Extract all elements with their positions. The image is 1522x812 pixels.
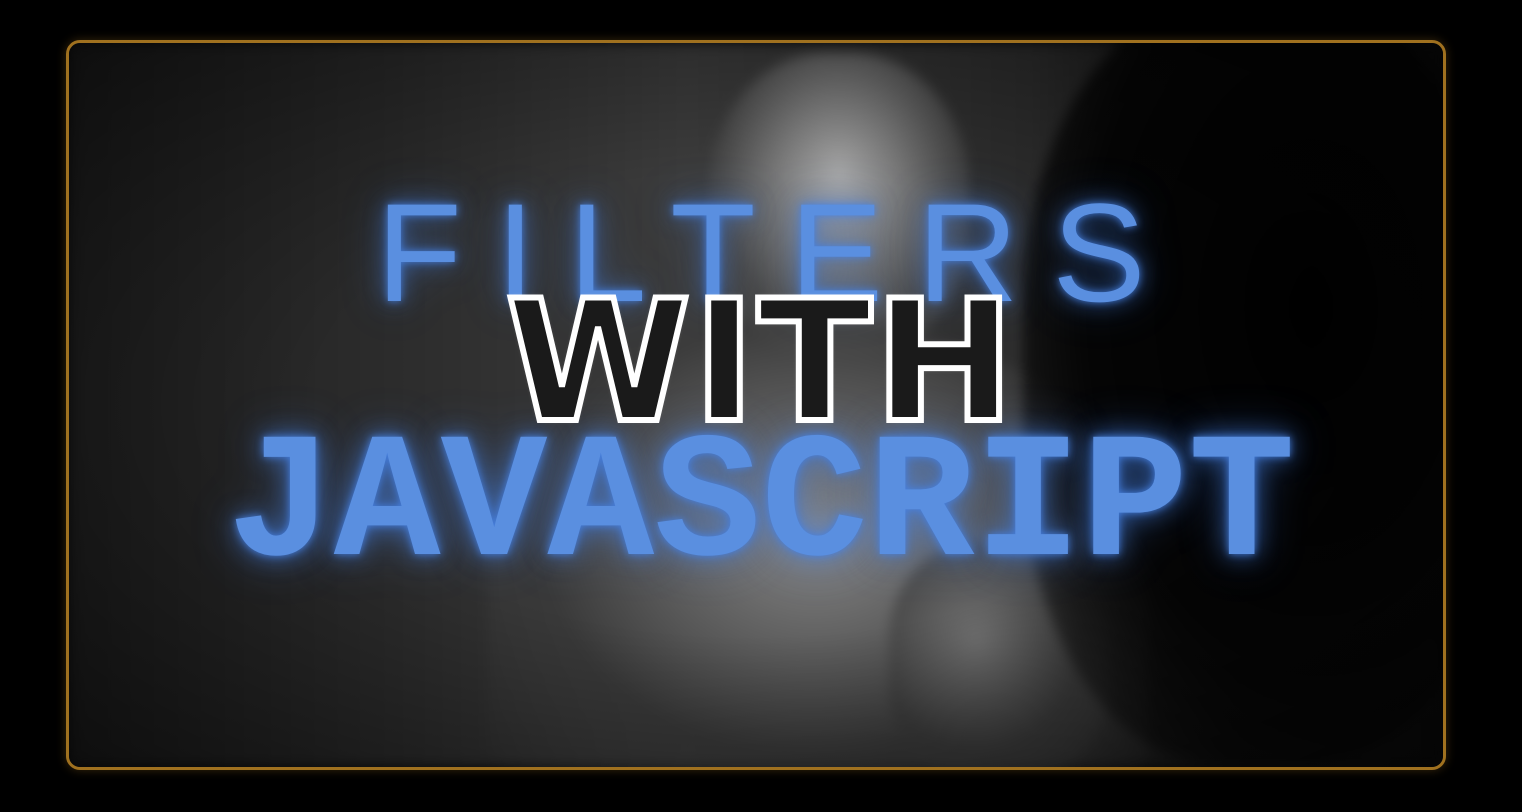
title-with: WITH: [502, 264, 1017, 460]
thumbnail-canvas: FILTERS JAVASCRIPT WITH: [0, 0, 1522, 812]
